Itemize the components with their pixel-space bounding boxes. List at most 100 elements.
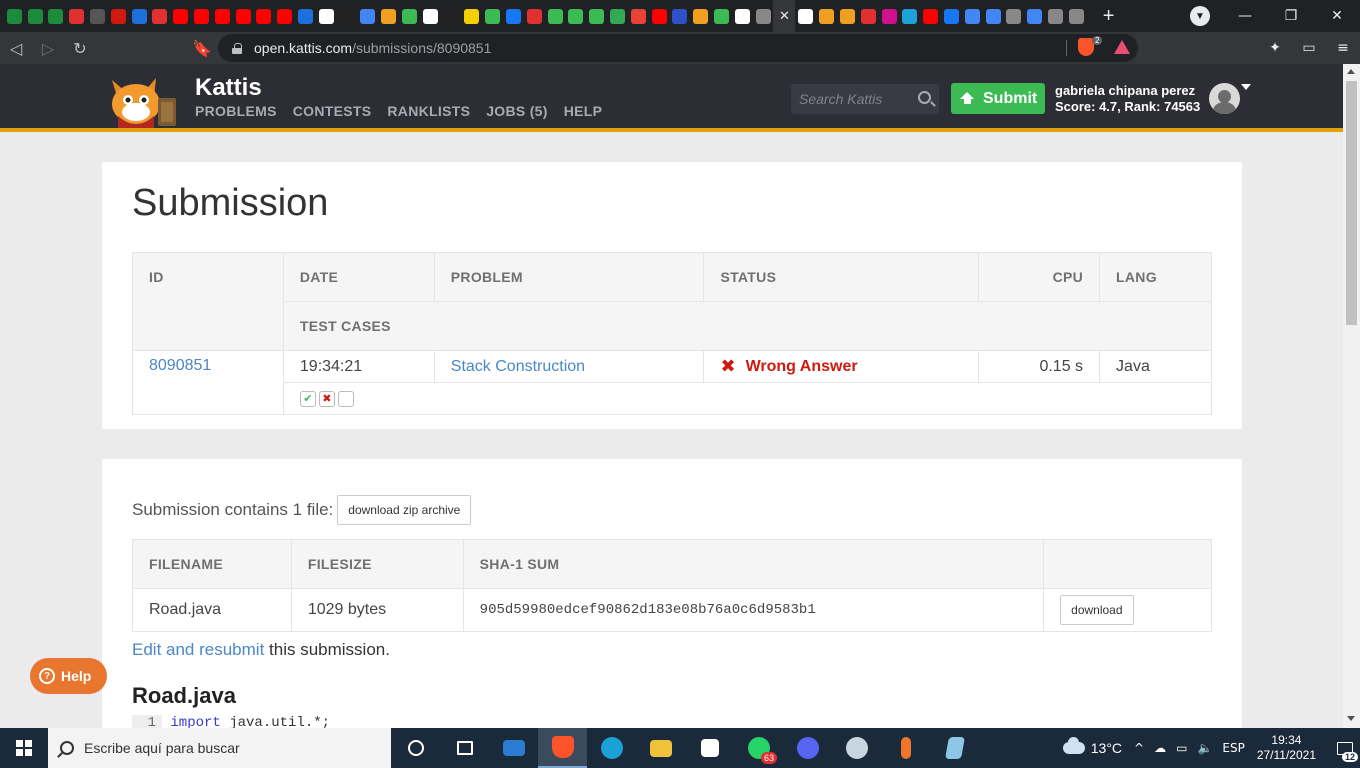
browser-tab[interactable] bbox=[378, 0, 399, 32]
browser-tab[interactable] bbox=[649, 0, 670, 32]
browser-tab[interactable] bbox=[837, 0, 858, 32]
browser-tab[interactable] bbox=[503, 0, 524, 32]
browser-tab[interactable] bbox=[795, 0, 816, 32]
reload-icon[interactable]: ↻ bbox=[64, 32, 96, 64]
page-scrollbar[interactable] bbox=[1343, 64, 1360, 728]
browser-tab[interactable] bbox=[816, 0, 837, 32]
chevron-up-icon[interactable]: ^ bbox=[1134, 741, 1144, 755]
download-zip-button[interactable]: download zip archive bbox=[337, 495, 472, 525]
browser-tab[interactable] bbox=[711, 0, 732, 32]
new-tab-button[interactable]: + bbox=[1093, 0, 1125, 32]
scrollbar-thumb[interactable] bbox=[1346, 81, 1357, 325]
browser-tab[interactable] bbox=[191, 0, 212, 32]
weather-widget[interactable]: 13°C bbox=[1062, 737, 1122, 756]
nav-help[interactable]: HELP bbox=[564, 103, 603, 119]
browser-tab[interactable] bbox=[545, 0, 566, 32]
browser-tab[interactable] bbox=[4, 0, 25, 32]
volume-icon[interactable]: 🔈 bbox=[1197, 741, 1212, 755]
user-name[interactable]: gabriela chipana perez bbox=[1055, 83, 1195, 98]
browser-tab[interactable] bbox=[233, 0, 254, 32]
store-icon[interactable] bbox=[685, 728, 734, 768]
notification-center-icon[interactable]: 12 bbox=[1330, 728, 1360, 768]
browser-tab[interactable] bbox=[295, 0, 316, 32]
taskbar-clock[interactable]: 19:34 27/11/2021 bbox=[1257, 733, 1316, 763]
avatar[interactable] bbox=[1209, 83, 1240, 114]
browser-tab[interactable] bbox=[962, 0, 983, 32]
browser-tab[interactable] bbox=[399, 0, 420, 32]
browser-tab[interactable] bbox=[690, 0, 711, 32]
network-icon[interactable]: ▭ bbox=[1176, 741, 1187, 755]
chevron-down-icon[interactable] bbox=[1241, 84, 1251, 90]
mail-icon[interactable] bbox=[489, 728, 538, 768]
browser-tab[interactable] bbox=[337, 0, 358, 32]
address-bar[interactable]: open.kattis.com/submissions/8090851 2 bbox=[218, 34, 1138, 62]
edge-icon[interactable] bbox=[587, 728, 636, 768]
browser-tab[interactable] bbox=[1024, 0, 1045, 32]
help-button[interactable]: ? Help bbox=[30, 658, 107, 694]
close-icon[interactable]: ✕ bbox=[777, 9, 792, 24]
browser-tab[interactable] bbox=[66, 0, 87, 32]
nav-problems[interactable]: PROBLEMS bbox=[195, 103, 277, 119]
task-view-icon[interactable] bbox=[440, 728, 489, 768]
browser-tab[interactable] bbox=[879, 0, 900, 32]
browser-tab[interactable] bbox=[108, 0, 129, 32]
file-explorer-icon[interactable] bbox=[636, 728, 685, 768]
browser-tab[interactable] bbox=[482, 0, 503, 32]
forward-icon[interactable]: ▷ bbox=[32, 32, 64, 64]
browser-tab[interactable] bbox=[628, 0, 649, 32]
browser-tab[interactable] bbox=[670, 0, 691, 32]
microphone-app-icon[interactable] bbox=[881, 728, 930, 768]
browser-tab[interactable] bbox=[920, 0, 941, 32]
tab-search-icon[interactable]: ▼ bbox=[1190, 6, 1210, 26]
browser-tab[interactable] bbox=[87, 0, 108, 32]
brave-icon[interactable] bbox=[538, 728, 587, 768]
browser-tab[interactable] bbox=[753, 0, 774, 32]
language-indicator[interactable]: ESP bbox=[1222, 741, 1244, 755]
minimize-icon[interactable]: — bbox=[1222, 0, 1268, 32]
bookmark-icon[interactable]: 🔖 bbox=[186, 32, 218, 64]
browser-tab[interactable] bbox=[732, 0, 753, 32]
extensions-icon[interactable]: ✦ bbox=[1258, 32, 1292, 64]
browser-tab[interactable] bbox=[607, 0, 628, 32]
discord-icon[interactable] bbox=[783, 728, 832, 768]
browser-tab[interactable] bbox=[358, 0, 379, 32]
taskbar-search[interactable]: Escribe aquí para buscar bbox=[48, 728, 391, 768]
problem-link[interactable]: Stack Construction bbox=[451, 358, 585, 375]
site-brand[interactable]: Kattis bbox=[195, 74, 262, 102]
active-tab[interactable]: ✕ bbox=[773, 0, 796, 32]
browser-tab[interactable] bbox=[1066, 0, 1087, 32]
maximize-icon[interactable]: ❐ bbox=[1268, 0, 1314, 32]
browser-tab[interactable] bbox=[441, 0, 462, 32]
brave-rewards-icon[interactable] bbox=[1114, 40, 1130, 54]
onedrive-icon[interactable]: ☁ bbox=[1154, 741, 1166, 755]
steam-icon[interactable] bbox=[832, 728, 881, 768]
test-case-wrong-icon[interactable]: ✖ bbox=[318, 390, 335, 407]
back-icon[interactable]: ◁ bbox=[0, 32, 32, 64]
edit-resubmit-link[interactable]: Edit and resubmit bbox=[132, 640, 264, 659]
browser-tab[interactable] bbox=[899, 0, 920, 32]
search-icon[interactable] bbox=[918, 91, 931, 104]
test-case-not-run-icon[interactable] bbox=[337, 390, 354, 407]
browser-tab[interactable] bbox=[212, 0, 233, 32]
browser-tab[interactable] bbox=[316, 0, 337, 32]
browser-tab[interactable] bbox=[858, 0, 879, 32]
browser-tab[interactable] bbox=[25, 0, 46, 32]
notepad-icon[interactable] bbox=[930, 728, 979, 768]
browser-tab[interactable] bbox=[524, 0, 545, 32]
browser-tab[interactable] bbox=[420, 0, 441, 32]
browser-tab[interactable] bbox=[170, 0, 191, 32]
nav-jobs[interactable]: JOBS (5) bbox=[486, 103, 548, 119]
close-window-icon[interactable]: ✕ bbox=[1314, 0, 1360, 32]
menu-icon[interactable]: ≡ bbox=[1326, 32, 1360, 64]
wallet-icon[interactable]: ▭ bbox=[1292, 32, 1326, 64]
browser-tab[interactable] bbox=[254, 0, 275, 32]
test-case-accepted-icon[interactable]: ✔ bbox=[299, 390, 316, 407]
browser-tab[interactable] bbox=[1045, 0, 1066, 32]
browser-tab[interactable] bbox=[274, 0, 295, 32]
browser-tab[interactable] bbox=[46, 0, 67, 32]
submission-id-link[interactable]: 8090851 bbox=[149, 357, 211, 374]
browser-tab[interactable] bbox=[941, 0, 962, 32]
start-button[interactable] bbox=[0, 728, 48, 768]
browser-tab[interactable] bbox=[586, 0, 607, 32]
browser-tab[interactable] bbox=[150, 0, 171, 32]
